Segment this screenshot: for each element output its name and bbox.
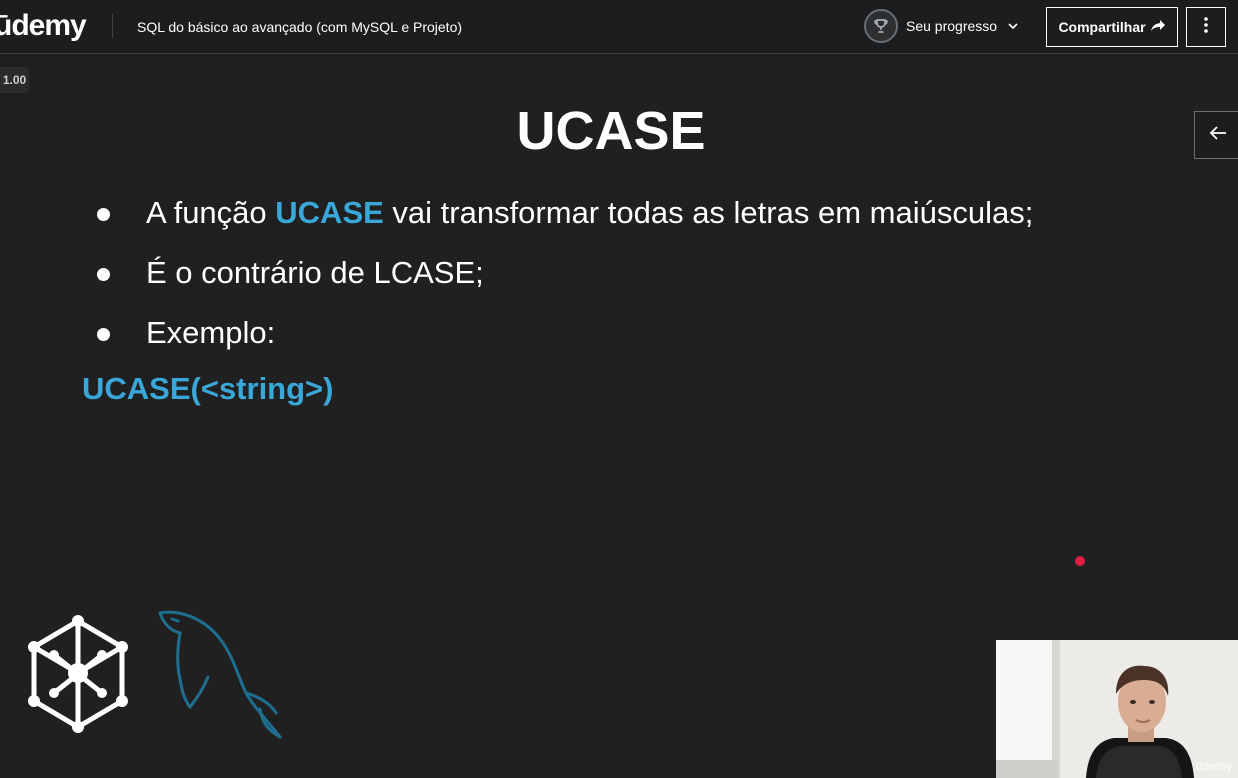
share-button[interactable]: Compartilhar: [1046, 7, 1178, 47]
header-divider: [112, 14, 113, 38]
bullet-dot: [97, 268, 110, 281]
course-title[interactable]: SQL do básico ao avançado (com MySQL e P…: [137, 18, 462, 36]
progress-dropdown[interactable]: Seu progresso: [864, 8, 1019, 44]
recording-dot: [1075, 556, 1085, 566]
bullet-dot: [97, 328, 110, 341]
bullet-text: Exemplo:: [146, 315, 276, 350]
video-player[interactable]: 1.00 UCASE A função UCASE vai transforma…: [0, 55, 1238, 778]
bullet-text: É o contrário de LCASE;: [146, 255, 484, 290]
arrow-left-icon: [1209, 125, 1227, 146]
mysql-dolphin-logo-icon: [150, 605, 290, 750]
syntax-example: UCASE(<string>): [82, 371, 334, 406]
progress-label: Seu progresso: [906, 18, 998, 34]
playback-speed[interactable]: 1.00: [0, 67, 29, 93]
udemy-player-app: ūdemy SQL do básico ao avançado (com MyS…: [0, 0, 1238, 778]
share-label: Compartilhar: [1058, 19, 1146, 35]
more-options-button[interactable]: [1186, 7, 1226, 47]
bullet-text-after: vai transformar todas as letras em maiús…: [383, 195, 1034, 230]
instructor-webcam: ūdemy: [996, 640, 1238, 778]
sidebar-toggle-button[interactable]: [1194, 111, 1238, 159]
bullet-item: A função UCASE vai transformar todas as …: [96, 183, 1033, 243]
webcam-watermark: ūdemy: [1195, 759, 1232, 773]
share-arrow-icon: [1150, 19, 1166, 36]
top-header: ūdemy SQL do básico ao avançado (com MyS…: [0, 0, 1238, 54]
webcam-scene: [996, 640, 1238, 778]
bullet-item: É o contrário de LCASE;: [96, 243, 1033, 303]
chevron-down-icon: [1007, 20, 1019, 32]
bullet-item: Exemplo:: [96, 303, 1033, 363]
bullet-highlight: UCASE: [275, 195, 384, 230]
network-cube-logo-icon: [24, 615, 132, 740]
logo-text: ūdemy: [0, 9, 87, 42]
trophy-icon: [864, 9, 898, 43]
bullet-dot: [97, 208, 110, 221]
udemy-logo[interactable]: ūdemy: [0, 8, 87, 44]
slide-bullets: A função UCASE vai transformar todas as …: [96, 183, 1033, 363]
more-vertical-icon: [1204, 16, 1208, 38]
slide-title: UCASE: [516, 101, 706, 161]
bullet-text: A função: [146, 195, 276, 230]
